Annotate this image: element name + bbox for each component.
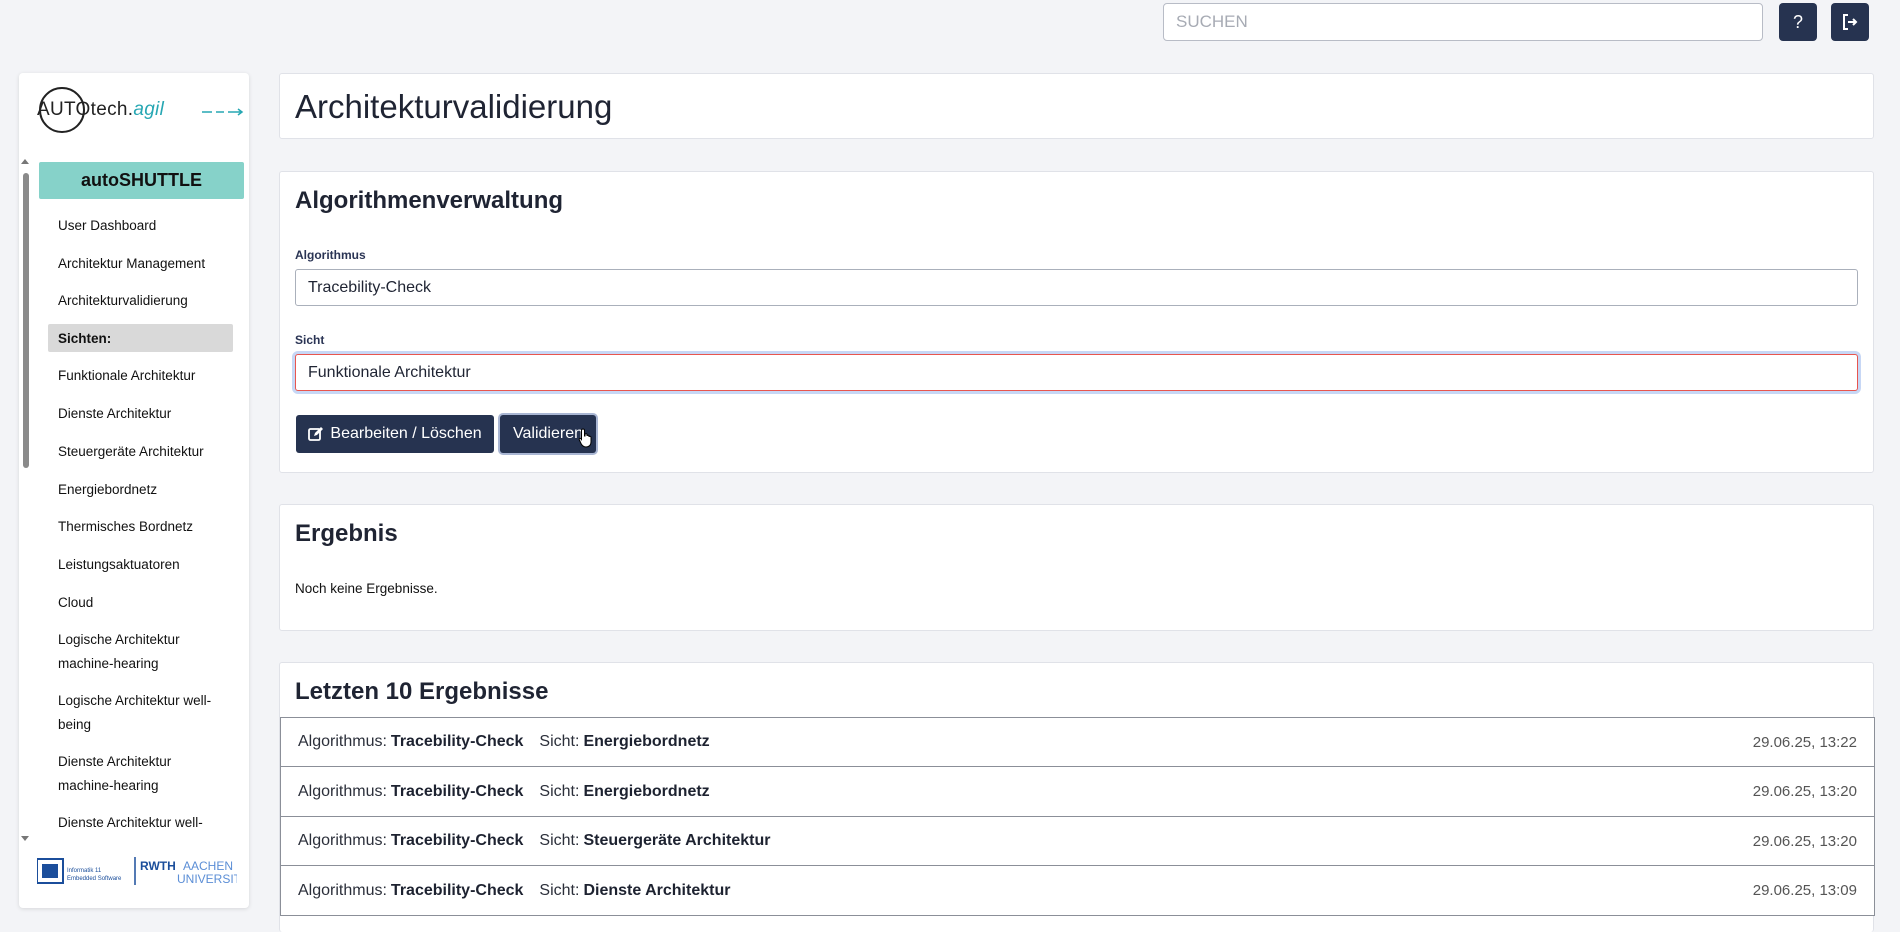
logout-button[interactable] [1831,3,1869,41]
sidebar-item-user-dashboard[interactable]: User Dashboard [40,207,246,245]
view-value: Funktionale Architektur [308,363,471,381]
project-label: autoSHUTTLE [81,170,202,190]
page-title: Architekturvalidierung [295,88,613,125]
row-view: Steuergeräte Architektur [583,832,771,849]
sidebar-item-label: Steuergeräte Architektur [58,443,204,459]
section-title-ergebnis: Ergebnis [295,520,398,547]
sidebar-item-label: Energiebordnetz [58,481,158,497]
sidebar-item-label: Logische Architektur well-being [58,693,212,733]
sidebar-item-label: Logische Architektur machine-hearing [58,632,180,672]
row-view: Dienste Architektur [583,881,731,899]
algorithm-select[interactable]: Tracebility-Check [295,269,1858,306]
result-card: Ergebnis Noch keine Ergebnisse. [279,504,1874,631]
algorithm-key: Algorithmus: [298,782,387,800]
validate-label: Validieren [513,425,583,442]
sidebar-item-label: Thermisches Bordnetz [58,519,194,535]
algorithm-key: Algorithmus: [298,733,387,750]
hand-cursor-icon [578,428,592,448]
page-title-card: Architekturvalidierung [279,73,1874,139]
result-row[interactable]: Algorithmus: Tracebility-Check Sicht: En… [280,716,1875,768]
sidebar-item-dienste-architektur-machine-hearing[interactable]: Dienste Architektur machine-hearing [40,744,246,805]
scroll-up-arrow[interactable] [21,159,29,164]
row-algorithm: Tracebility-Check [390,881,524,899]
views-header: Sichten: [48,324,233,353]
sidebar-item-architekturvalidierung[interactable]: Architekturvalidierung [40,283,246,321]
svg-text:UNIVERSITY: UNIVERSITY [177,872,237,886]
sidebar-scrollbar[interactable] [23,173,29,468]
sidebar-item-energiebordnetz[interactable]: Energiebordnetz [40,471,246,509]
sidebar-item-label: Architektur Management [58,255,206,271]
search-input[interactable] [1163,3,1763,41]
sidebar-item-thermisches-bordnetz[interactable]: Thermisches Bordnetz [40,509,246,547]
last-results-list: Algorithmus: Tracebility-Check Sicht: En… [280,716,1875,916]
sidebar-item-logische-architektur-well-being[interactable]: Logische Architektur well-being [40,683,246,744]
sidebar-item-label: Dienste Architektur machine-hearing [58,754,172,794]
view-select[interactable]: Funktionale Architektur [295,354,1858,391]
footer-logos: Informatik 11 Embedded Software RWTH AAC… [36,855,249,887]
scroll-down-arrow[interactable] [21,836,29,841]
sidebar-item-logische-architektur-machine-hearing[interactable]: Logische Architektur machine-hearing [40,622,246,683]
sidebar-item-architektur-management[interactable]: Architektur Management [40,245,246,283]
algorithm-label: Algorithmus [295,248,366,262]
sidebar-item-funktionale-architektur[interactable]: Funktionale Architektur [40,357,246,395]
view-key: Sicht: [539,733,580,750]
sidebar: AUTOtech.agil autoSHUTTLE User Dashboard… [19,73,249,908]
sidebar-item-label: Dienste Architektur well-being [58,815,203,831]
row-algorithm: Tracebility-Check [390,782,524,800]
help-label: ? [1792,11,1803,32]
sidebar-item-label: Dienste Architektur [58,406,172,422]
logout-icon [1843,14,1858,30]
section-title-algorithmenverwaltung: Algorithmenverwaltung [295,187,564,214]
algorithm-key: Algorithmus: [298,881,387,899]
row-view: Energiebordnetz [583,733,710,750]
sidebar-item-label: Cloud [58,595,94,611]
algorithm-management-card: Algorithmenverwaltung Algorithmus Traceb… [279,171,1874,473]
view-key: Sicht: [539,881,580,899]
sidebar-nav: User Dashboard Architektur Management Ar… [40,207,246,835]
view-label: Sicht [295,333,325,347]
svg-text:AACHEN: AACHEN [183,859,233,873]
row-date: 29.06.25, 13:22 [1752,733,1857,751]
algorithm-key: Algorithmus: [298,832,387,849]
sidebar-item-cloud[interactable]: Cloud [40,584,246,622]
row-date: 29.06.25, 13:20 [1752,783,1857,800]
university-logos: Informatik 11 Embedded Software RWTH AAC… [36,857,249,886]
view-key: Sicht: [539,832,580,849]
edit-delete-label: Bearbeiten / Löschen [330,425,482,442]
sidebar-item-label: Leistungsaktuatoren [58,557,180,573]
informatik-logo-text: Informatik 11 [67,868,102,874]
project-button[interactable]: autoSHUTTLE [39,162,244,199]
edit-icon [308,427,324,441]
algorithm-value: Tracebility-Check [308,278,431,296]
rwth-logo-text: RWTH [140,859,176,873]
edit-delete-button[interactable]: Bearbeiten / Löschen [296,415,494,453]
view-key: Sicht: [539,782,580,800]
sidebar-item-label: Architekturvalidierung [58,293,188,309]
logo-arrow-icon [202,108,244,116]
section-title-last-results: Letzten 10 Ergebnisse [295,678,549,705]
help-button[interactable]: ? [1779,3,1817,41]
result-row[interactable]: Algorithmus: Tracebility-Check Sicht: Di… [280,865,1875,916]
sidebar-item-leistungsaktuatoren[interactable]: Leistungsaktuatoren [40,546,246,584]
sidebar-item-label: User Dashboard [58,217,157,233]
sidebar-item-dienste-architektur-well-being[interactable]: Dienste Architektur well-being [40,805,246,835]
row-algorithm: Tracebility-Check [390,733,524,750]
logo-text: AUTOtech.agil [37,99,165,120]
top-bar: ? [0,0,1900,48]
sidebar-item-dienste-architektur[interactable]: Dienste Architektur [40,395,246,433]
row-view: Energiebordnetz [583,782,710,800]
autotech-logo[interactable]: AUTOtech.agil [19,73,249,153]
sidebar-item-label: Funktionale Architektur [58,368,196,384]
last-results-card: Letzten 10 Ergebnisse Algorithmus: Trace… [279,662,1875,932]
row-date: 29.06.25, 13:09 [1752,882,1857,899]
result-row[interactable]: Algorithmus: Tracebility-Check Sicht: En… [280,766,1875,817]
svg-text:Embedded Software: Embedded Software [67,876,122,882]
views-header-label: Sichten: [58,330,112,346]
result-row[interactable]: Algorithmus: Tracebility-Check Sicht: St… [280,815,1875,867]
sidebar-item-steuergeraete-architektur[interactable]: Steuergeräte Architektur [40,433,246,471]
row-algorithm: Tracebility-Check [390,832,524,849]
no-results-text: Noch keine Ergebnisse. [295,581,438,596]
row-date: 29.06.25, 13:20 [1752,832,1857,850]
